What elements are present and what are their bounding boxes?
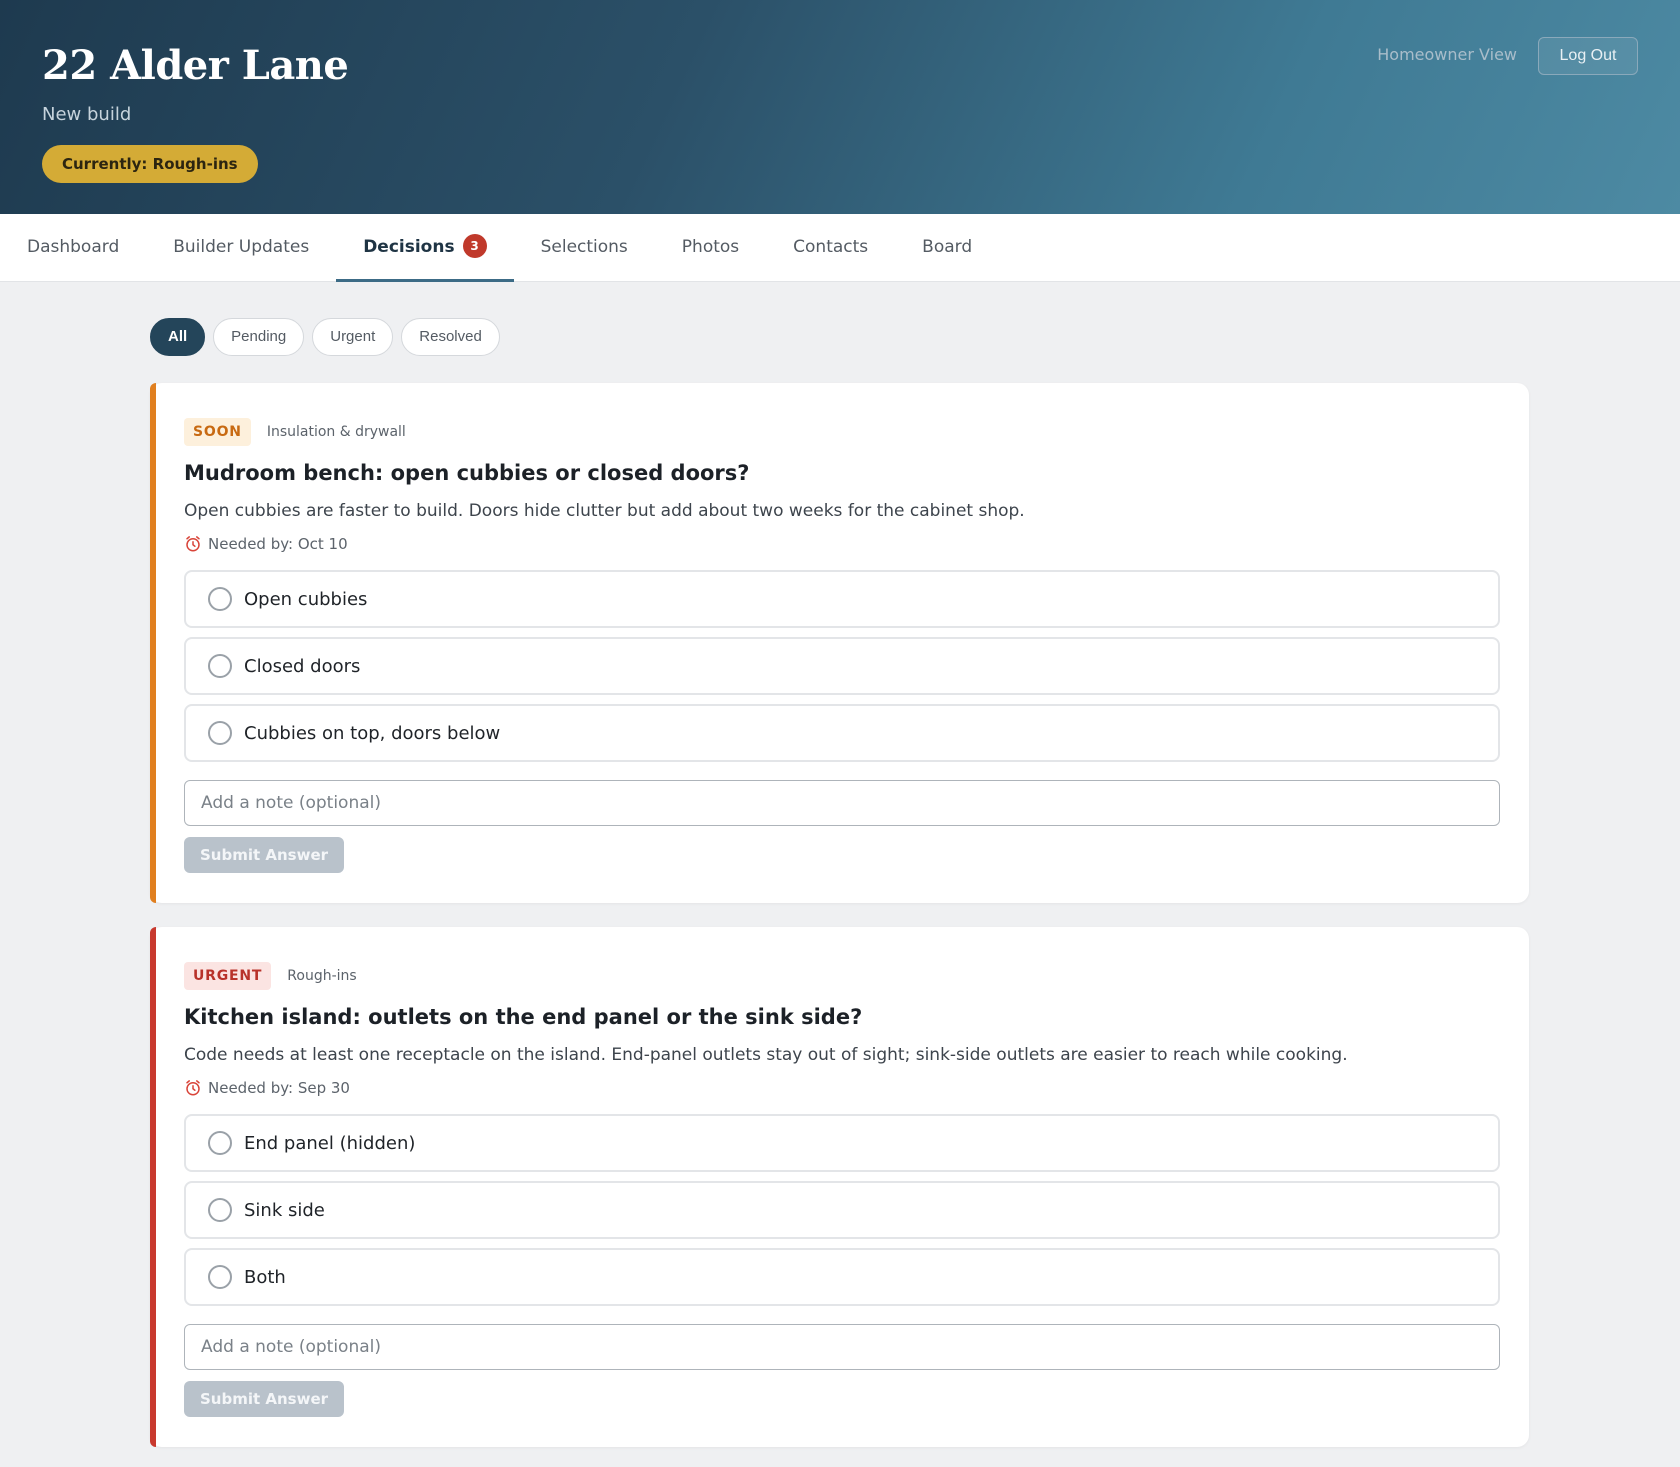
tab-contacts[interactable]: Contacts — [766, 214, 895, 282]
decision-phase: Insulation & drywall — [266, 424, 406, 440]
current-phase-badge: Currently: Rough-ins — [42, 145, 258, 183]
option-label: Sink side — [244, 1199, 325, 1221]
decisions-count-badge: 3 — [462, 234, 487, 258]
tab-label: Photos — [681, 237, 740, 257]
note-input[interactable] — [184, 780, 1500, 826]
tab-selections[interactable]: Selections — [514, 214, 655, 282]
note-input[interactable] — [184, 1324, 1500, 1370]
option-both[interactable]: Both — [184, 1248, 1500, 1306]
tab-builder-updates[interactable]: Builder Updates — [146, 214, 336, 282]
needed-by-date: Needed by: Sep 30 — [208, 1079, 350, 1097]
decision-description: Open cubbies are faster to build. Doors … — [184, 501, 1025, 521]
filter-pending[interactable]: Pending — [213, 318, 305, 356]
decision-options: End panel (hidden) Sink side Both — [184, 1114, 1500, 1306]
radio-unchecked-icon[interactable] — [208, 587, 232, 611]
filter-resolved[interactable]: Resolved — [401, 318, 500, 356]
alarm-clock-icon — [186, 1080, 200, 1096]
submit-answer-button[interactable]: Submit Answer — [184, 837, 345, 873]
main-tabs: Dashboard Builder Updates Decisions 3 Sel… — [0, 214, 1680, 282]
option-label: Both — [244, 1266, 286, 1288]
project-title: 22 Alder Lane — [42, 42, 349, 89]
decision-description: Code needs at least one receptacle on th… — [184, 1045, 1348, 1065]
project-header: 22 Alder Lane New build Currently: Rough… — [0, 0, 1680, 214]
decision-card: URGENT Rough-ins Kitchen island: outlets… — [150, 927, 1529, 1447]
priority-tag: URGENT — [184, 962, 272, 990]
option-label: Closed doors — [244, 655, 361, 677]
decision-filters: All Pending Urgent Resolved — [150, 318, 1680, 356]
needed-by-date: Needed by: Oct 10 — [208, 535, 348, 553]
tab-label: Decisions — [363, 237, 455, 257]
tab-dashboard[interactable]: Dashboard — [0, 214, 146, 282]
tab-board[interactable]: Board — [895, 214, 999, 282]
tab-label: Selections — [540, 237, 628, 257]
alarm-clock-icon — [186, 536, 200, 552]
logout-button[interactable]: Log Out — [1538, 37, 1638, 75]
option-closed-doors[interactable]: Closed doors — [184, 637, 1500, 695]
needed-by: Needed by: Oct 10 — [184, 535, 1499, 553]
option-label: End panel (hidden) — [244, 1132, 416, 1154]
tab-label: Dashboard — [27, 237, 120, 257]
decision-card: SOON Insulation & drywall Mudroom bench:… — [150, 383, 1529, 903]
decisions-panel: All Pending Urgent Resolved SOON Insulat… — [0, 282, 1680, 1447]
view-mode-label: Homeowner View — [1377, 45, 1517, 64]
radio-unchecked-icon[interactable] — [208, 1131, 232, 1155]
option-label: Cubbies on top, doors below — [244, 722, 501, 744]
submit-answer-button[interactable]: Submit Answer — [184, 1381, 345, 1417]
decision-title: Mudroom bench: open cubbies or closed do… — [184, 461, 750, 485]
project-subtitle: New build — [42, 104, 132, 125]
decision-phase: Rough-ins — [287, 968, 357, 984]
option-sink-side[interactable]: Sink side — [184, 1181, 1500, 1239]
radio-unchecked-icon[interactable] — [208, 1265, 232, 1289]
radio-unchecked-icon[interactable] — [208, 1198, 232, 1222]
decision-title: Kitchen island: outlets on the end panel… — [184, 1005, 863, 1029]
tab-label: Contacts — [793, 237, 869, 257]
option-label: Open cubbies — [244, 588, 368, 610]
decision-options: Open cubbies Closed doors Cubbies on top… — [184, 570, 1500, 762]
tab-label: Board — [922, 237, 973, 257]
priority-tag: SOON — [184, 418, 251, 446]
tab-decisions[interactable]: Decisions 3 — [336, 214, 514, 282]
tab-label: Builder Updates — [173, 237, 310, 257]
tab-photos[interactable]: Photos — [655, 214, 766, 282]
radio-unchecked-icon[interactable] — [208, 654, 232, 678]
needed-by: Needed by: Sep 30 — [184, 1079, 1499, 1097]
option-open-cubbies[interactable]: Open cubbies — [184, 570, 1500, 628]
filter-all[interactable]: All — [150, 318, 206, 356]
filter-urgent[interactable]: Urgent — [312, 318, 394, 356]
decision-meta: URGENT Rough-ins — [184, 961, 1499, 991]
option-cubbies-and-doors[interactable]: Cubbies on top, doors below — [184, 704, 1500, 762]
radio-unchecked-icon[interactable] — [208, 721, 232, 745]
option-end-panel[interactable]: End panel (hidden) — [184, 1114, 1500, 1172]
decision-meta: SOON Insulation & drywall — [184, 417, 1499, 447]
